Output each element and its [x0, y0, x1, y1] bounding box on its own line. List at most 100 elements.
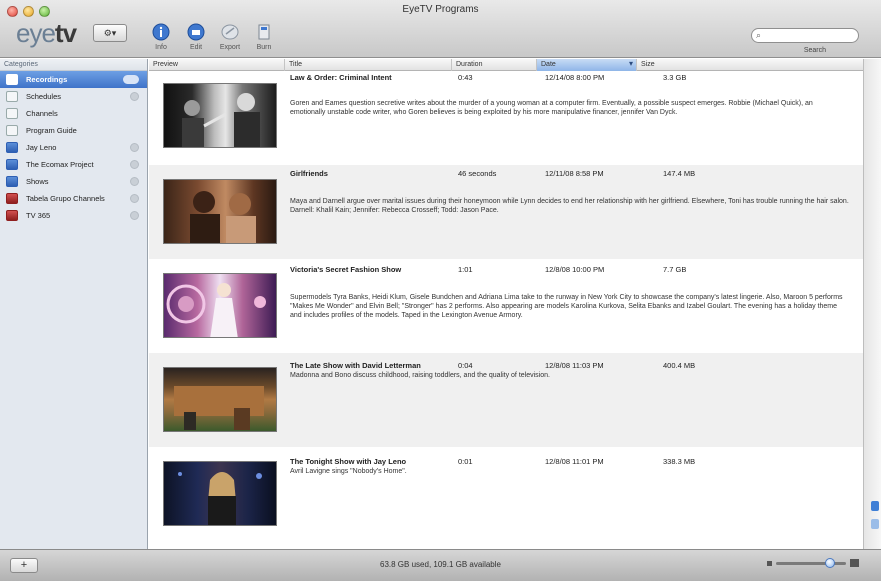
edit-icon [185, 22, 207, 42]
search-icon: ⌕ [756, 30, 762, 40]
sidebar-item-label: TV 365 [26, 211, 51, 220]
table-row[interactable]: Victoria's Secret Fashion Show 1:01 12/8… [149, 259, 863, 353]
count-badge [130, 92, 139, 101]
sidebar-item-label: Tabela Grupo Channels [26, 194, 105, 203]
sidebar-item-jay-leno[interactable]: Jay Leno [0, 139, 147, 156]
scroll-indicator[interactable] [871, 501, 879, 511]
recordings-icon [6, 74, 18, 85]
playlist-icon [6, 176, 18, 187]
title-toolbar: EyeTV Programs eyetv ⚙▾ Info Edit Export [0, 0, 881, 58]
row-duration: 1:01 [458, 265, 473, 274]
row-date: 12/8/08 11:01 PM [545, 457, 604, 466]
row-duration: 46 seconds [458, 169, 497, 178]
row-title: Victoria's Secret Fashion Show [290, 265, 402, 274]
count-badge [123, 75, 139, 84]
sidebar-item-schedules[interactable]: Schedules [0, 88, 147, 105]
sidebar-item-shows[interactable]: Shows [0, 173, 147, 190]
info-icon [150, 22, 172, 42]
vertical-scrollbar[interactable] [863, 59, 881, 549]
row-size: 7.7 GB [663, 265, 687, 274]
preview-thumbnail [163, 179, 277, 244]
preview-thumbnail [163, 83, 277, 148]
zoom-knob[interactable] [825, 557, 836, 568]
eyetv-window: EyeTV Programs eyetv ⚙▾ Info Edit Export [0, 0, 881, 581]
row-title: The Tonight Show with Jay Leno [290, 457, 407, 466]
row-description: Maya and Darnell argue over marital issu… [290, 198, 849, 214]
info-tool-label: Info [155, 44, 167, 51]
count-badge [130, 194, 139, 203]
row-date: 12/8/08 11:03 PM [545, 361, 604, 370]
channels-icon [6, 108, 18, 119]
row-size: 338.3 MB [663, 457, 696, 466]
table-row[interactable]: Girlfriends 46 seconds 12/11/08 8:58 PM … [149, 165, 863, 259]
row-duration: 0:01 [458, 457, 473, 466]
export-tool-button[interactable]: Export [216, 22, 244, 51]
sidebar-item-channels[interactable]: Channels [0, 105, 147, 122]
burn-icon [253, 22, 275, 42]
edit-tool-button[interactable]: Edit [182, 22, 210, 51]
row-title: Girlfriends [290, 169, 328, 178]
guide-icon [6, 125, 18, 136]
row-description: Avril Lavigne sings "Nobody's Home". [290, 468, 407, 475]
smart-playlist-icon [6, 210, 18, 221]
sidebar-item-program-guide[interactable]: Program Guide [0, 122, 147, 139]
eyetv-logo: eyetv [16, 18, 77, 48]
row-description: Supermodels Tyra Banks, Heidi Klum, Gise… [290, 294, 843, 319]
playlist-icon [6, 142, 18, 153]
preview-thumbnail [163, 273, 277, 338]
row-description: Goren and Eames question secretive write… [290, 100, 813, 116]
count-badge [130, 177, 139, 186]
sidebar-item-tabela-grupo[interactable]: Tabela Grupo Channels [0, 190, 147, 207]
row-duration: 0:04 [458, 361, 473, 370]
burn-tool-label: Burn [256, 44, 272, 51]
sidebar-item-label: Recordings [26, 75, 68, 84]
sidebar-item-tv-365[interactable]: TV 365 [0, 207, 147, 224]
count-badge [130, 160, 139, 169]
sidebar: Categories Recordings Schedules Channels… [0, 59, 148, 549]
sidebar-item-label: Schedules [26, 92, 62, 101]
small-thumbnail-icon [767, 560, 772, 566]
table-row[interactable]: Law & Order: Criminal Intent 0:43 12/14/… [149, 71, 863, 165]
sidebar-item-recordings[interactable]: Recordings [0, 71, 147, 88]
window-title: EyeTV Programs [402, 4, 479, 15]
export-icon [219, 22, 241, 42]
row-size: 400.4 MB [663, 361, 696, 370]
column-title[interactable]: Title [285, 59, 452, 71]
column-header: Preview Title Duration Date Size [149, 59, 863, 71]
edit-tool-label: Edit [189, 44, 203, 51]
sidebar-item-label: The Ecomax Project [26, 160, 94, 169]
row-title: The Late Show with David Letterman [290, 361, 421, 370]
zoom-slider[interactable] [767, 557, 859, 568]
count-badge [130, 143, 139, 152]
search-label: Search [803, 47, 826, 54]
row-size: 147.4 MB [663, 169, 696, 178]
column-date[interactable]: Date [537, 59, 637, 71]
column-duration[interactable]: Duration [452, 59, 537, 71]
sidebar-item-label: Jay Leno [26, 143, 57, 152]
action-menu-button[interactable]: ⚙▾ [93, 24, 127, 42]
large-thumbnail-icon [850, 559, 859, 567]
info-tool-button[interactable]: Info [147, 22, 175, 51]
column-size[interactable]: Size [637, 59, 863, 71]
sidebar-item-label: Channels [26, 109, 58, 118]
sidebar-item-ecomax-project[interactable]: The Ecomax Project [0, 156, 147, 173]
schedules-icon [6, 91, 18, 102]
burn-tool-button[interactable]: Burn [250, 22, 278, 51]
playlist-icon [6, 159, 18, 170]
row-size: 3.3 GB [663, 73, 687, 82]
scroll-indicator[interactable] [871, 519, 879, 529]
table-row[interactable]: The Tonight Show with Jay Leno 0:01 12/8… [149, 447, 863, 541]
storage-status: 63.8 GB used, 109.1 GB available [380, 560, 501, 569]
smart-playlist-icon [6, 193, 18, 204]
sidebar-header: Categories [0, 59, 147, 71]
row-date: 12/8/08 10:00 PM [545, 265, 605, 274]
search-field[interactable]: ⌕ [751, 28, 859, 43]
table-row[interactable]: The Late Show with David Letterman 0:04 … [149, 353, 863, 447]
column-preview[interactable]: Preview [149, 59, 285, 71]
zoom-track[interactable] [776, 557, 846, 568]
sidebar-item-label: Shows [26, 177, 49, 186]
count-badge [130, 211, 139, 220]
sidebar-item-label: Program Guide [26, 126, 77, 135]
preview-thumbnail [163, 367, 277, 432]
export-tool-label: Export [219, 44, 241, 51]
